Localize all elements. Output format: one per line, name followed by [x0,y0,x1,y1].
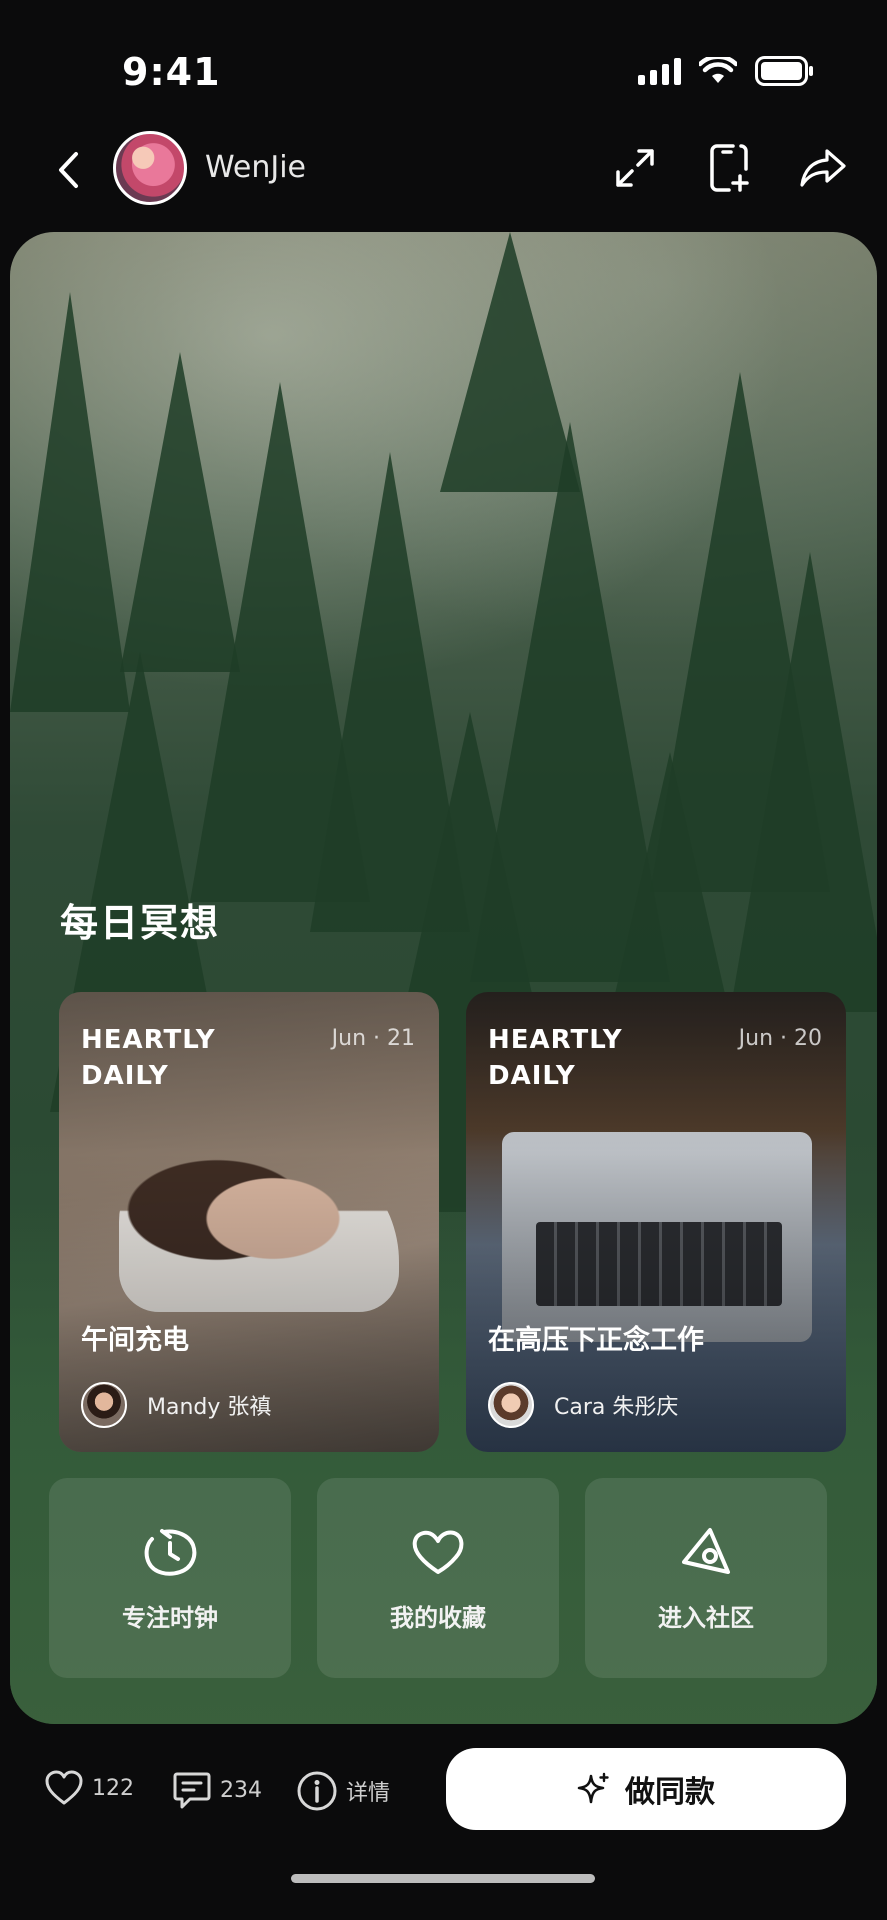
quick-actions: 专注时钟 我的收藏 进入社区 [49,1478,827,1678]
heart-icon [410,1524,466,1580]
bottom-bar: 122 234 详情 做同款 [0,1740,887,1840]
action-label: 专注时钟 [122,1603,218,1632]
status-bar: 9:41 [0,0,887,140]
action-label: 我的收藏 [390,1603,486,1632]
meditation-card[interactable]: HEARTLY DAILY Jun · 20 在高压下正念工作 Cara 朱彤庆 [466,992,846,1452]
hero-image[interactable]: 每日冥想 HEARTLY DAILY Jun · 21 午间充电 Mandy 张… [10,232,877,1724]
author-avatar[interactable] [113,131,187,205]
chevron-left-icon [59,152,78,188]
screen: 9:41 WenJie 每日冥想 HEARTLY DAILY Jun · 21 … [0,0,887,1920]
comment-icon [173,1772,211,1809]
details-button[interactable]: 详情 [296,1770,390,1812]
details-label: 详情 [346,1781,391,1806]
heart-outline-icon [45,1770,83,1805]
battery-icon [755,56,813,86]
expand-icon [616,149,654,187]
make-same-button[interactable]: 做同款 [446,1748,846,1830]
status-icons [638,56,815,86]
card-date: Jun · 21 [331,1026,415,1051]
card-brand: HEARTLY DAILY [81,1025,216,1091]
clock-icon [142,1524,198,1580]
card-brand: HEARTLY DAILY [488,1025,623,1091]
back-button[interactable] [48,146,88,194]
sparkle-icon [577,1772,609,1804]
like-count: 122 [92,1775,134,1801]
meditation-card[interactable]: HEARTLY DAILY Jun · 21 午间充电 Mandy 张禛 [59,992,439,1452]
action-label: 进入社区 [658,1603,754,1632]
enter-community-button[interactable]: 进入社区 [585,1478,827,1678]
like-button[interactable]: 122 [44,1770,134,1806]
status-time: 9:41 [122,50,221,94]
card-author-avatar [488,1382,534,1428]
card-author: Mandy 张禛 [81,1382,271,1428]
expand-button[interactable] [611,144,659,192]
card-author-name: Cara 朱彤庆 [554,1395,679,1420]
add-to-screen-button[interactable] [705,144,753,192]
nav-header: WenJie [0,120,887,220]
comment-count: 234 [220,1777,262,1803]
card-title: 午间充电 [81,1325,189,1356]
card-title: 在高压下正念工作 [488,1325,704,1356]
tree-shape [10,292,130,712]
community-icon [678,1524,734,1580]
card-author-name: Mandy 张禛 [147,1395,272,1420]
share-button[interactable] [799,144,847,192]
home-indicator [291,1874,595,1883]
card-author-avatar [81,1382,127,1428]
share-arrow-icon [800,149,846,187]
wifi-icon [699,57,737,83]
card-author: Cara 朱彤庆 [488,1382,678,1428]
nav-actions [611,144,847,192]
phone-add-icon [710,144,749,192]
author-name[interactable]: WenJie [205,150,306,185]
cellular-signal-icon [638,57,681,85]
make-same-label: 做同款 [625,1775,715,1810]
info-icon [297,1771,337,1811]
section-title: 每日冥想 [60,901,221,945]
comment-button[interactable]: 234 [172,1770,262,1810]
my-favorites-button[interactable]: 我的收藏 [317,1478,559,1678]
card-date: Jun · 20 [738,1026,822,1051]
focus-clock-button[interactable]: 专注时钟 [49,1478,291,1678]
